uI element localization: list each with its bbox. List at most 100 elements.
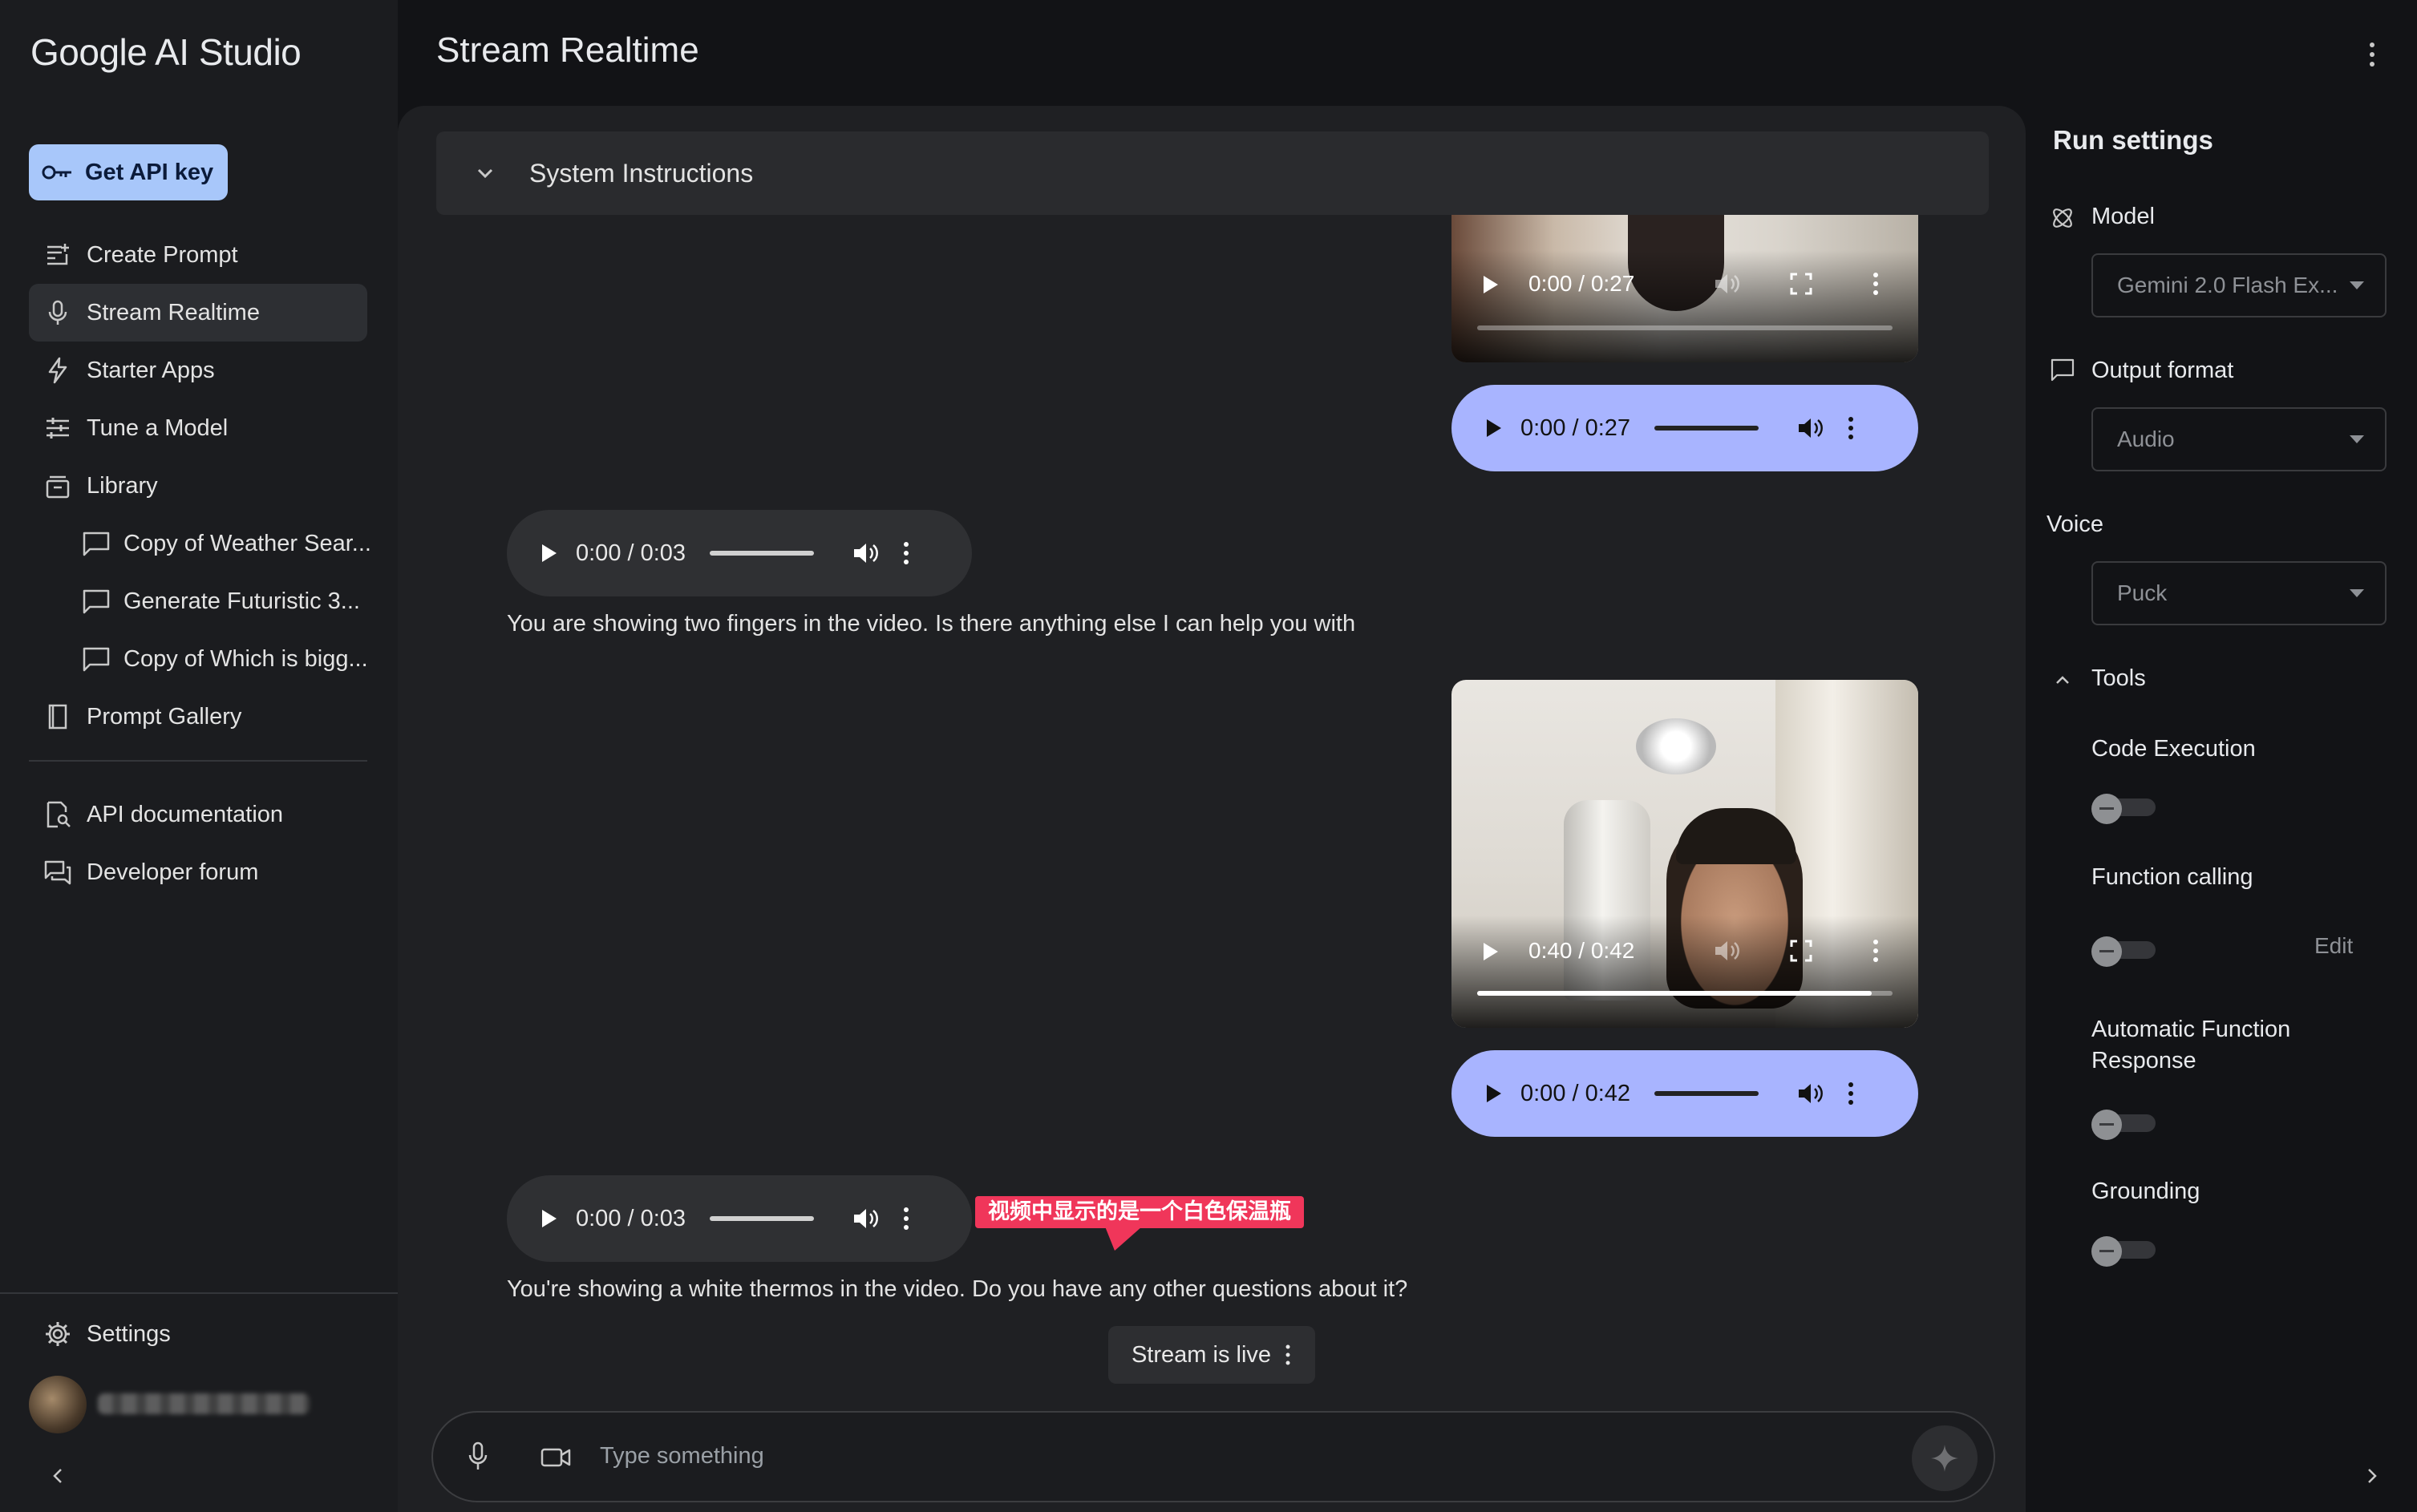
code-execution-toggle[interactable] xyxy=(2091,794,2157,824)
more-vertical-icon[interactable] xyxy=(902,1206,910,1231)
library-item[interactable]: Generate Futuristic 3... xyxy=(77,572,382,630)
automatic-function-response-line1: Automatic Function xyxy=(2091,1017,2291,1042)
volume-icon[interactable] xyxy=(1713,938,1740,964)
sidebar-item-api-docs[interactable]: API documentation xyxy=(29,786,367,843)
fullscreen-icon[interactable] xyxy=(1790,273,1812,295)
volume-icon[interactable] xyxy=(1796,415,1824,441)
user-audio-1[interactable]: 0:00 / 0:27 xyxy=(1451,385,1918,471)
create-prompt-icon xyxy=(47,244,69,265)
tools-label[interactable]: Tools xyxy=(2091,665,2146,692)
sidebar-item-prompt-gallery[interactable]: Prompt Gallery xyxy=(29,688,367,746)
run-button[interactable] xyxy=(1912,1425,1978,1491)
more-vertical-icon[interactable] xyxy=(1847,1081,1855,1106)
edit-functions-button[interactable]: Edit xyxy=(2314,933,2353,959)
library-item-label: Generate Futuristic 3... xyxy=(123,588,360,614)
document-search-icon xyxy=(47,801,71,828)
audio-seek-bar[interactable] xyxy=(710,551,815,556)
play-icon[interactable] xyxy=(1485,1083,1503,1104)
volume-icon[interactable] xyxy=(851,540,880,566)
play-icon[interactable] xyxy=(540,1208,558,1229)
video-time: 0:40 / 0:42 xyxy=(1528,938,1635,963)
sidebar-item-tune-model[interactable]: Tune a Model xyxy=(29,399,367,457)
model-audio-2[interactable]: 0:00 / 0:03 xyxy=(507,1175,972,1262)
chat-bubble-icon xyxy=(2051,358,2075,382)
automatic-function-response-toggle[interactable] xyxy=(2091,1110,2157,1140)
output-format-select[interactable]: Audio xyxy=(2091,407,2387,471)
run-settings-title: Run settings xyxy=(2053,125,2213,155)
microphone-icon[interactable] xyxy=(467,1441,489,1472)
more-vertical-icon[interactable] xyxy=(1872,271,1880,297)
output-format-value: Audio xyxy=(2117,427,2175,451)
video-camera-icon[interactable] xyxy=(540,1446,571,1469)
expand-panel-chevron-icon[interactable] xyxy=(2361,1466,2382,1486)
app-brand[interactable]: Google AI Studio xyxy=(30,30,302,74)
sidebar-item-label: Create Prompt xyxy=(87,241,238,268)
sidebar-item-label: Developer forum xyxy=(87,859,259,885)
model-select-value: Gemini 2.0 Flash Ex... xyxy=(2117,273,2338,297)
video-progress-bar[interactable] xyxy=(1477,991,1893,996)
volume-icon[interactable] xyxy=(1713,271,1740,297)
sidebar-item-stream-realtime[interactable]: Stream Realtime xyxy=(29,284,367,342)
sidebar-item-settings[interactable]: Settings xyxy=(29,1305,367,1363)
video-progress-bar[interactable] xyxy=(1477,325,1893,330)
sidebar-item-library[interactable]: Library xyxy=(29,457,367,515)
more-vertical-icon[interactable] xyxy=(902,540,910,566)
stream-status-chip[interactable]: Stream is live xyxy=(1108,1326,1315,1384)
more-vertical-icon[interactable] xyxy=(1872,938,1880,964)
sidebar-item-create-prompt[interactable]: Create Prompt xyxy=(29,226,367,284)
play-icon[interactable] xyxy=(1482,941,1500,962)
book-icon xyxy=(48,704,67,730)
sidebar-item-label: Library xyxy=(87,472,158,499)
gear-icon xyxy=(46,1322,70,1346)
get-api-key-label: Get API key xyxy=(85,159,214,185)
key-icon xyxy=(42,165,71,180)
code-execution-label: Code Execution xyxy=(2091,736,2256,762)
audio-seek-bar[interactable] xyxy=(1654,1091,1759,1096)
library-item[interactable]: Copy of Which is bigg... xyxy=(77,630,382,688)
prompt-input[interactable]: Type something xyxy=(600,1443,764,1470)
chevron-up-icon[interactable] xyxy=(2053,670,2072,689)
grounding-toggle[interactable] xyxy=(2091,1236,2157,1267)
sidebar-divider xyxy=(29,760,367,762)
fullscreen-icon[interactable] xyxy=(1790,940,1812,962)
volume-icon[interactable] xyxy=(1796,1081,1824,1106)
model-select[interactable]: Gemini 2.0 Flash Ex... xyxy=(2091,253,2387,317)
play-icon[interactable] xyxy=(1482,274,1500,295)
sidebar-item-developer-forum[interactable]: Developer forum xyxy=(29,843,367,901)
play-icon[interactable] xyxy=(1485,418,1503,439)
video-progress-fill xyxy=(1477,991,1872,996)
sidebar-item-label: Stream Realtime xyxy=(87,299,260,325)
library-item[interactable]: Copy of Weather Sear... xyxy=(77,515,382,572)
sparkle-icon xyxy=(1931,1445,1958,1472)
sidebar-item-starter-apps[interactable]: Starter Apps xyxy=(29,342,367,399)
sidebar-item-label: Starter Apps xyxy=(87,357,215,383)
chevron-down-icon xyxy=(2350,435,2364,443)
forum-icon xyxy=(44,860,71,885)
chat-icon xyxy=(83,647,110,672)
automatic-function-response-label: Automatic Function Response xyxy=(2091,1017,2290,1074)
user-audio-2[interactable]: 0:00 / 0:42 xyxy=(1451,1050,1918,1137)
model-audio-1[interactable]: 0:00 / 0:03 xyxy=(507,510,972,596)
get-api-key-button[interactable]: Get API key xyxy=(29,144,228,200)
avatar[interactable] xyxy=(29,1376,87,1433)
system-instructions-bar[interactable]: System Instructions xyxy=(436,131,1989,215)
function-calling-toggle[interactable] xyxy=(2091,936,2157,967)
chevron-down-icon xyxy=(477,168,493,179)
more-vertical-icon[interactable] xyxy=(1847,415,1855,441)
voice-select[interactable]: Puck xyxy=(2091,561,2387,625)
volume-icon[interactable] xyxy=(851,1206,880,1231)
library-item-label: Copy of Which is bigg... xyxy=(123,645,368,672)
audio-time: 0:00 / 0:27 xyxy=(1520,414,1631,441)
more-options-icon[interactable] xyxy=(2358,37,2387,72)
collapse-sidebar-chevron-icon[interactable] xyxy=(48,1466,69,1486)
audio-seek-bar[interactable] xyxy=(1654,426,1759,431)
audio-time: 0:00 / 0:42 xyxy=(1520,1080,1631,1106)
system-instructions-label: System Instructions xyxy=(529,158,754,188)
video-time: 0:00 / 0:27 xyxy=(1528,271,1635,296)
audio-seek-bar[interactable] xyxy=(710,1216,815,1221)
play-icon[interactable] xyxy=(540,543,558,564)
grounding-label: Grounding xyxy=(2091,1178,2200,1204)
tune-icon xyxy=(47,418,69,439)
more-vertical-icon[interactable] xyxy=(1284,1343,1292,1367)
user-video-2[interactable]: 0:40 / 0:42 xyxy=(1451,680,1918,1028)
